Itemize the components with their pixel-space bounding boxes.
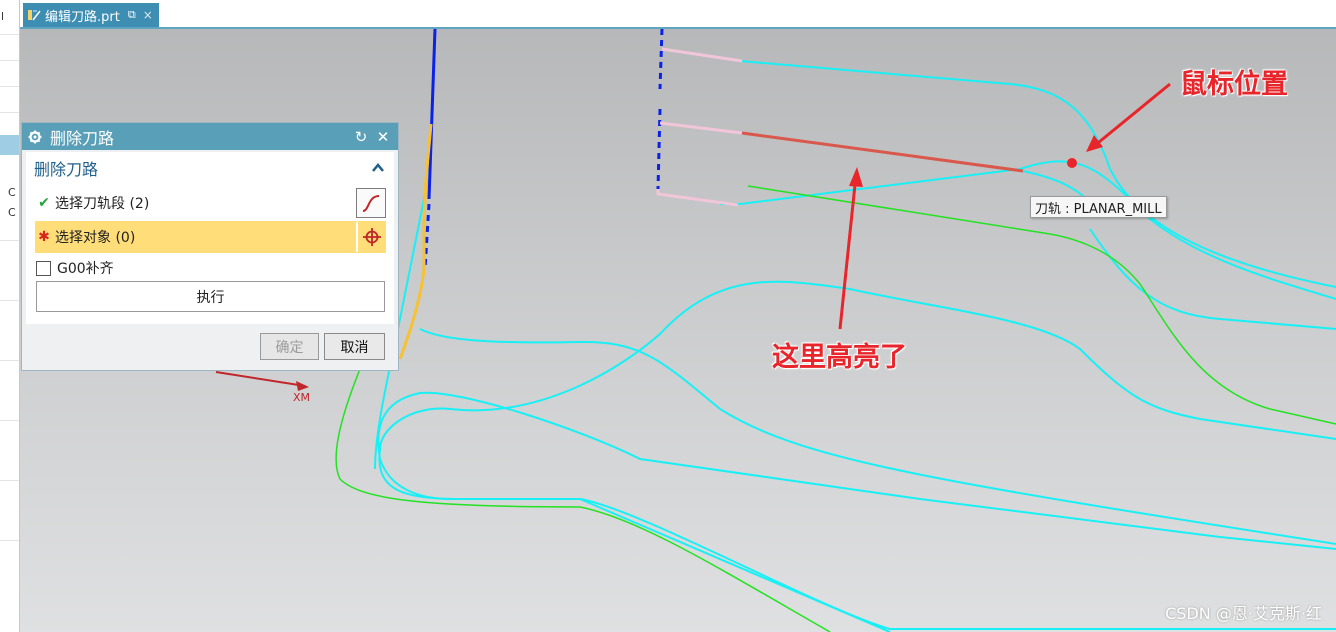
ok-button[interactable]: 确定 <box>260 333 319 360</box>
annotation-arrowhead-highlight <box>849 167 863 187</box>
strip-selected-row[interactable] <box>0 135 19 155</box>
dialog-body: 删除刀路 ✔ 选择刀轨段 (2) ✱ 选择对象 (0) G00补齐 执行 <box>26 152 394 324</box>
group-header-delete-toolpath[interactable]: 删除刀路 <box>34 154 386 182</box>
tab-label: 编辑刀路.prt <box>45 9 120 25</box>
mouse-position-marker <box>1067 158 1077 168</box>
toolpath-tooltip: 刀轨 : PLANAR_MILL <box>1030 196 1167 218</box>
watermark: CSDN @恩·艾克斯·红 <box>1165 604 1322 623</box>
select-toolpath-segment-label: 选择刀轨段 (2) <box>55 196 150 212</box>
strip-text-3: C <box>8 206 16 219</box>
toolpath-green <box>747 185 1336 425</box>
annotation-highlighted: 这里高亮了 <box>772 342 907 373</box>
select-toolpath-segment-row[interactable]: ✔ 选择刀轨段 (2) <box>35 187 386 219</box>
strip-divider <box>0 300 19 301</box>
part-file-icon <box>28 10 41 21</box>
strip-divider <box>0 34 19 35</box>
group-label: 删除刀路 <box>34 160 99 179</box>
check-icon: ✔ <box>38 195 50 211</box>
annotation-arrow-mouse <box>1092 82 1171 149</box>
tab-edit-toolpath-prt[interactable]: 编辑刀路.prt ⧉ × <box>23 3 159 27</box>
strip-divider <box>0 420 19 421</box>
strip-divider <box>0 480 19 481</box>
g00-checkbox[interactable] <box>36 260 51 276</box>
delete-toolpath-dialog: 删除刀路 ↻ ✕ 删除刀路 ✔ 选择刀轨段 (2) ✱ 选择对象 (0) G00… <box>21 122 399 371</box>
strip-divider <box>0 360 19 361</box>
reset-icon[interactable]: ↻ <box>352 128 370 146</box>
engage-pink-low <box>656 189 739 207</box>
strip-divider <box>0 540 19 541</box>
cancel-button[interactable]: 取消 <box>324 333 385 360</box>
select-object-label: 选择对象 (0) <box>55 230 136 246</box>
xm-axis-label: XM <box>293 391 311 404</box>
toolpath-cyan-lower-outer <box>377 391 1336 630</box>
rapid-move-blue <box>427 29 437 200</box>
close-tab-icon[interactable]: × <box>143 8 153 22</box>
toolpath-cyan-bottom <box>378 448 891 632</box>
annotation-mouse-position: 鼠标位置 <box>1180 69 1288 100</box>
engage-pink-top <box>661 47 743 63</box>
xm-axis-arrowhead <box>296 381 309 391</box>
crosshair-icon <box>363 228 381 246</box>
crosshair-select-button[interactable] <box>356 222 386 252</box>
left-panel-strip: l C C <box>0 0 20 632</box>
g00-fill-option[interactable]: G00补齐 <box>36 258 114 278</box>
dialog-title-bar[interactable]: 删除刀路 ↻ ✕ <box>22 123 398 150</box>
strip-divider <box>0 60 19 61</box>
annotation-arrow-highlight <box>838 174 858 330</box>
highlighted-toolpath-segment <box>741 131 1024 173</box>
pin-icon[interactable]: ⧉ <box>128 8 136 22</box>
strip-divider <box>0 112 19 113</box>
engage-pink-mid <box>659 121 743 135</box>
gear-icon[interactable] <box>28 130 42 144</box>
curve-icon <box>362 195 380 212</box>
strip-text-1: l <box>1 10 5 23</box>
close-icon[interactable]: ✕ <box>374 128 392 146</box>
required-icon: ✱ <box>38 229 50 245</box>
execute-button[interactable]: 执行 <box>36 281 385 312</box>
dialog-title: 删除刀路 <box>50 128 115 148</box>
select-object-row[interactable]: ✱ 选择对象 (0) <box>35 221 386 253</box>
g00-label: G00补齐 <box>57 261 114 277</box>
curve-select-button[interactable] <box>356 188 386 218</box>
document-tab-bar: 编辑刀路.prt ⧉ × <box>20 0 1336 29</box>
strip-text-2: C <box>8 186 16 199</box>
rapid-move-blue-dashed-top <box>656 29 664 190</box>
strip-divider <box>0 86 19 87</box>
xm-axis-arrow <box>215 371 306 387</box>
collapse-caret-icon[interactable] <box>370 160 386 176</box>
strip-divider <box>0 240 19 241</box>
